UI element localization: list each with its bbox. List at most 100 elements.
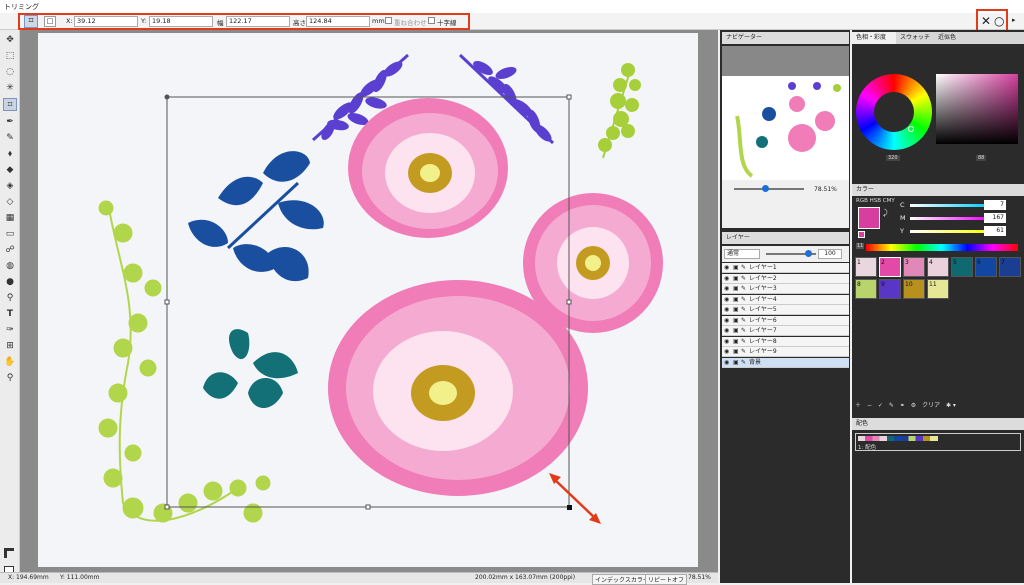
- cancel-button[interactable]: ✕: [981, 14, 991, 28]
- y-field[interactable]: 19.18: [149, 16, 213, 27]
- blur-icon[interactable]: ◍: [3, 260, 17, 273]
- blend-mode-select[interactable]: 通常: [724, 249, 760, 259]
- shape-icon[interactable]: ▭: [3, 228, 17, 241]
- x-field[interactable]: 39.12: [74, 16, 138, 27]
- lock-icon[interactable]: ▣: [733, 305, 739, 315]
- clear-button[interactable]: クリア: [922, 402, 940, 409]
- tab-swatch[interactable]: スウォッチ: [900, 32, 930, 44]
- lock-icon[interactable]: ▣: [733, 337, 739, 347]
- color-mode-button[interactable]: インデックスカラー: [592, 574, 652, 585]
- opacity-thumb[interactable]: [805, 250, 812, 257]
- tab-color-mixer[interactable]: カラー: [852, 184, 1024, 196]
- saturation-value-box[interactable]: [936, 74, 1018, 144]
- repeat-button[interactable]: リピートオフ: [645, 574, 688, 585]
- stamp-icon[interactable]: ⬧: [3, 148, 17, 161]
- lock-icon[interactable]: ▣: [733, 284, 739, 294]
- eraser-icon[interactable]: ◆: [3, 164, 17, 177]
- eye-icon[interactable]: ◉: [724, 284, 729, 294]
- layer-row[interactable]: ◉ ▣ ✎ レイヤー8: [722, 336, 849, 347]
- check-icon[interactable]: ✓: [878, 402, 883, 409]
- smudge-icon[interactable]: ☍: [3, 244, 17, 257]
- palette-swatch[interactable]: 8: [855, 279, 877, 299]
- tab-approx-color[interactable]: 近似色: [938, 32, 956, 44]
- tab-hue-saturation[interactable]: 色相・彩度: [852, 32, 896, 44]
- crosshair-checkbox[interactable]: [428, 17, 435, 24]
- palette-swatch[interactable]: 7: [999, 257, 1021, 277]
- layer-row[interactable]: ◉ ▣ ✎ 背景: [722, 357, 849, 368]
- eye-icon[interactable]: ◉: [724, 347, 729, 357]
- palette-swatch[interactable]: 4: [927, 257, 949, 277]
- hue-wheel[interactable]: [856, 74, 932, 150]
- lock-icon[interactable]: ▣: [733, 274, 739, 284]
- palette-swatch[interactable]: 3: [903, 257, 925, 277]
- eye-icon[interactable]: ◉: [724, 337, 729, 347]
- tab-layers[interactable]: レイヤー: [722, 232, 849, 244]
- palette-swatch[interactable]: 5: [951, 257, 973, 277]
- eye-icon[interactable]: ◉: [724, 326, 729, 336]
- canvas-document[interactable]: [38, 33, 698, 567]
- layer-row[interactable]: ◉ ▣ ✎ レイヤー2: [722, 273, 849, 284]
- layer-row[interactable]: ◉ ▣ ✎ レイヤー9: [722, 347, 849, 357]
- pattern-icon[interactable]: ▦: [3, 212, 17, 225]
- y-slider[interactable]: [910, 230, 988, 233]
- eye-icon[interactable]: ◉: [724, 358, 729, 368]
- rect-select-icon[interactable]: ⬚: [3, 50, 17, 63]
- eyedropper-icon[interactable]: ✒: [3, 116, 17, 129]
- tab-haishoku[interactable]: 配色: [852, 418, 1024, 430]
- hue-strip[interactable]: [866, 244, 1018, 251]
- layer-row[interactable]: ◉ ▣ ✎ レイヤー7: [722, 326, 849, 336]
- lock-icon[interactable]: ▣: [733, 263, 739, 273]
- settings-icon[interactable]: ⚙: [911, 402, 916, 409]
- eye-icon[interactable]: ◉: [724, 263, 729, 273]
- hand-icon[interactable]: ✋: [3, 356, 17, 369]
- lock-icon[interactable]: ▣: [733, 358, 739, 368]
- gradient-fill-icon[interactable]: ◇: [3, 196, 17, 209]
- dodge-icon[interactable]: ⚲: [3, 292, 17, 305]
- zoom-slider-thumb[interactable]: [762, 185, 769, 192]
- m-field[interactable]: 167: [984, 213, 1006, 223]
- lock-icon[interactable]: ▣: [733, 316, 739, 326]
- eye-icon[interactable]: ◉: [724, 305, 729, 315]
- eye-icon[interactable]: ◉: [724, 295, 729, 305]
- palette-swatch[interactable]: 6: [975, 257, 997, 277]
- height-field[interactable]: 124.84: [306, 16, 370, 27]
- opacity-field[interactable]: 100: [818, 249, 842, 259]
- minus-icon[interactable]: −: [867, 402, 872, 409]
- y-field[interactable]: 61: [984, 226, 1006, 236]
- c-field[interactable]: 7: [984, 200, 1006, 210]
- crop-icon[interactable]: ⌗: [24, 15, 38, 28]
- lasso-icon[interactable]: ◌: [3, 66, 17, 79]
- text-icon[interactable]: T: [3, 308, 17, 321]
- magic-wand-icon[interactable]: ✳: [3, 82, 17, 95]
- fill-bucket-icon[interactable]: ◈: [3, 180, 17, 193]
- hue-marker[interactable]: [908, 126, 914, 132]
- drop-icon[interactable]: ●: [3, 276, 17, 289]
- chevron-right-icon[interactable]: ▸: [1012, 16, 1016, 24]
- grid-icon[interactable]: ⊞: [3, 340, 17, 353]
- navigator-thumbnail[interactable]: [722, 76, 849, 180]
- eye-icon[interactable]: ◉: [724, 316, 729, 326]
- lock-icon[interactable]: ▣: [733, 326, 739, 336]
- brush-icon[interactable]: ✎: [3, 132, 17, 145]
- rect-mode-icon[interactable]: □: [44, 16, 56, 27]
- m-slider[interactable]: [910, 217, 988, 220]
- palette-swatch[interactable]: 11: [927, 279, 949, 299]
- foreground-color-icon[interactable]: [4, 548, 14, 558]
- palette-swatch[interactable]: 2: [879, 257, 901, 277]
- crop-tool-icon[interactable]: ⌗: [3, 98, 17, 111]
- add-icon[interactable]: ＋: [855, 402, 861, 409]
- link-icon[interactable]: ⚭: [900, 402, 905, 409]
- eye-icon[interactable]: ◉: [724, 274, 729, 284]
- palette-swatch[interactable]: 10: [903, 279, 925, 299]
- lock-icon[interactable]: ▣: [733, 347, 739, 357]
- layer-row[interactable]: ◉ ▣ ✎ レイヤー1: [722, 263, 849, 273]
- pen-icon[interactable]: ✑: [3, 324, 17, 337]
- menu-icon[interactable]: ✱ ▾: [946, 402, 956, 409]
- width-field[interactable]: 122.17: [226, 16, 290, 27]
- edit-icon[interactable]: ✎: [889, 402, 894, 409]
- palette-swatch[interactable]: 1: [855, 257, 877, 277]
- zoom-slider-track[interactable]: [734, 188, 804, 190]
- zoom-icon[interactable]: ⚲: [3, 372, 17, 385]
- ok-button[interactable]: ○: [994, 14, 1004, 28]
- lock-icon[interactable]: ▣: [733, 295, 739, 305]
